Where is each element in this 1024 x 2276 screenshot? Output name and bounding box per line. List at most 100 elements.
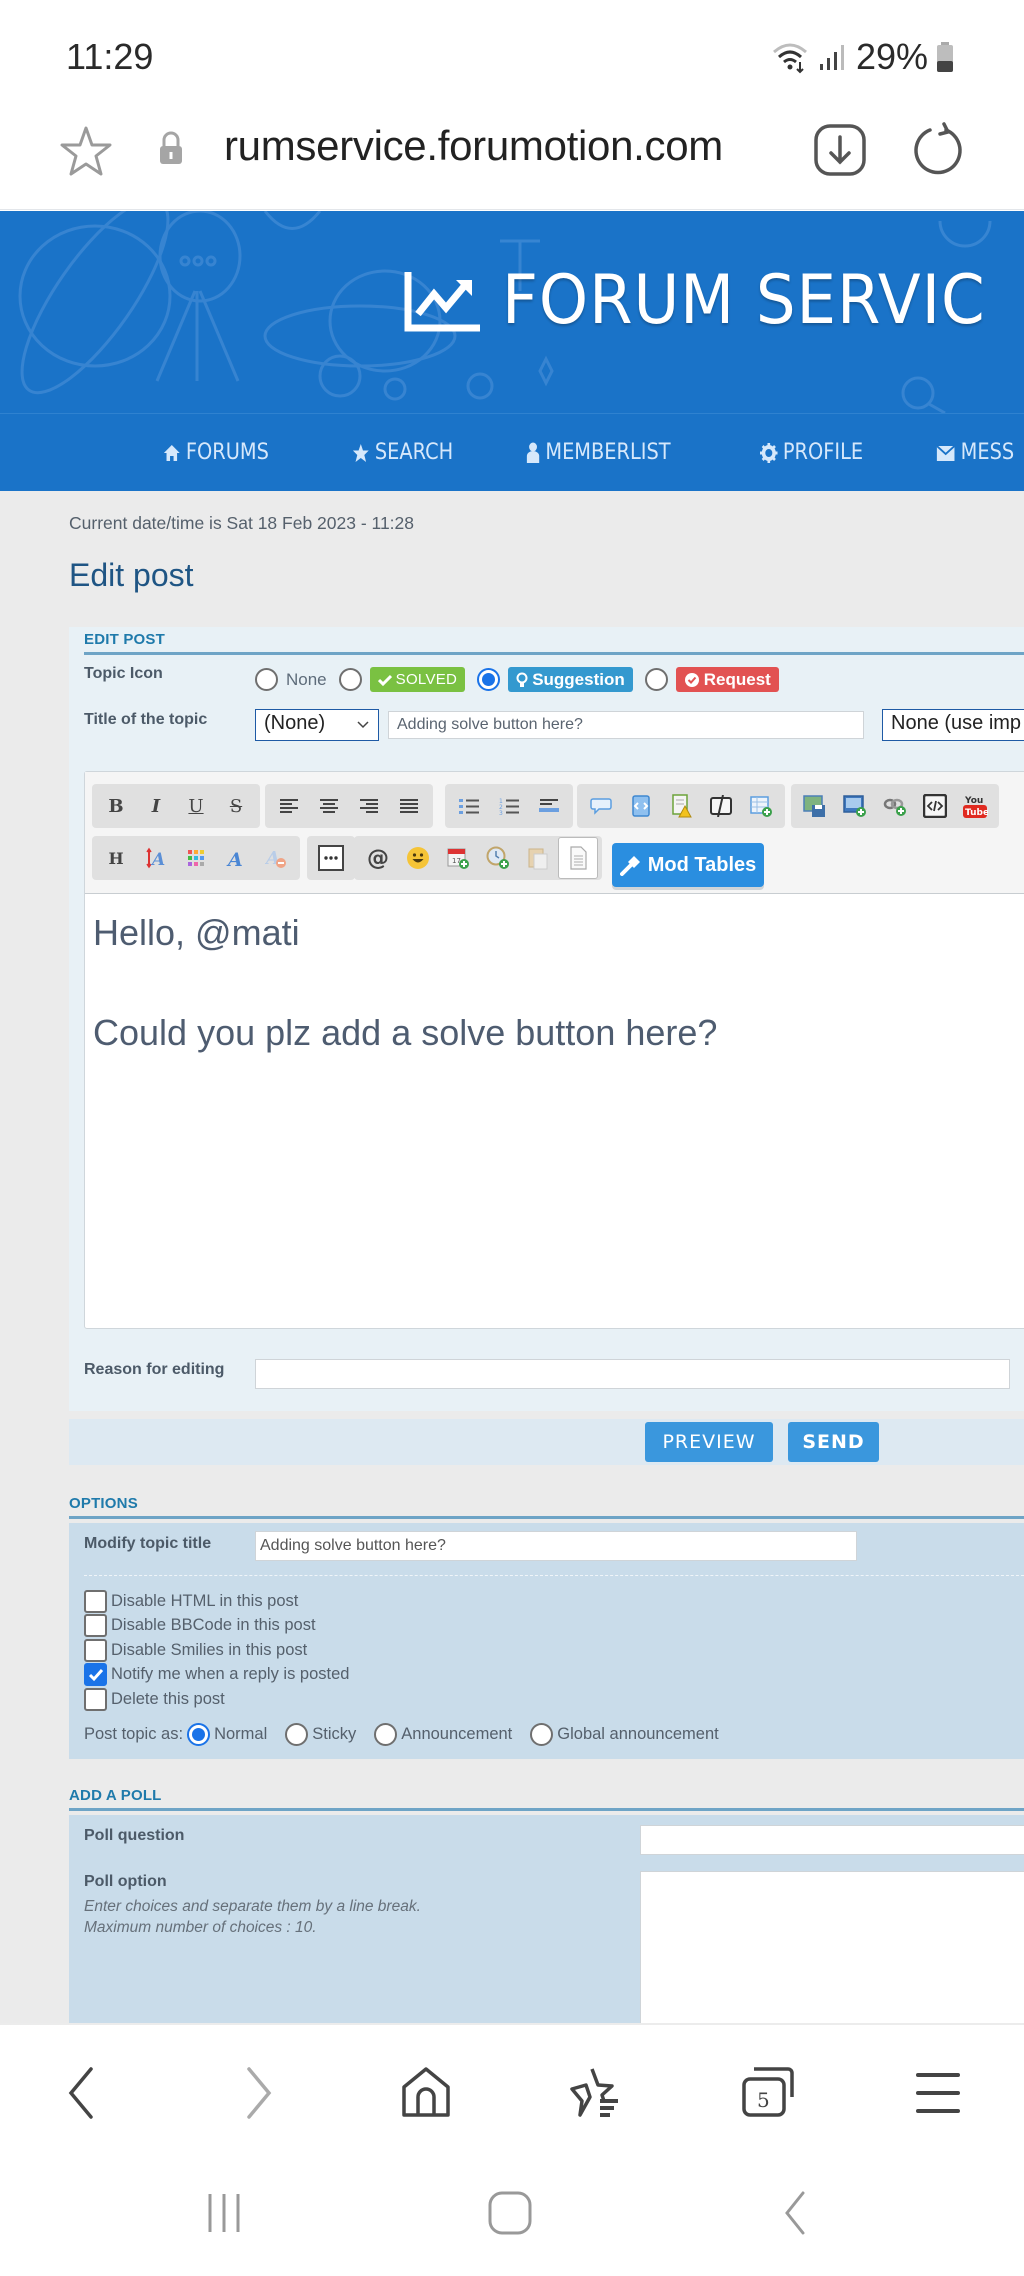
more-button[interactable] <box>311 838 351 878</box>
date-button[interactable]: 17 <box>438 838 478 878</box>
embed-code-button[interactable] <box>915 786 955 826</box>
reload-icon[interactable] <box>908 120 968 180</box>
nav-forums[interactable]: FORUMS <box>163 440 269 465</box>
option-disable-bbcode[interactable]: Disable BBCode in this post <box>84 1614 349 1639</box>
remove-format-button[interactable]: A <box>256 838 296 878</box>
font-size-button[interactable]: A <box>136 838 176 878</box>
numbered-list-button[interactable]: 123 <box>489 786 529 826</box>
poll-question-input[interactable] <box>640 1825 1024 1855</box>
align-right-button[interactable] <box>349 786 389 826</box>
nav-search[interactable]: SEARCH <box>352 440 453 465</box>
secondary-select[interactable]: None (use imp <box>882 709 1024 741</box>
send-button[interactable]: SEND <box>788 1422 879 1462</box>
smilies-button[interactable] <box>398 838 438 878</box>
bookmarks-button[interactable] <box>566 2063 626 2123</box>
recents-button[interactable] <box>194 2183 254 2243</box>
mod-tables-button[interactable]: Mod Tables <box>612 843 764 887</box>
option-disable-html[interactable]: Disable HTML in this post <box>84 1589 349 1614</box>
nav-memberlist[interactable]: MEMBERLIST <box>526 440 671 465</box>
check-circle-icon <box>684 672 699 687</box>
mention-button[interactable]: @ <box>358 838 398 878</box>
paste-button[interactable] <box>518 838 558 878</box>
post-body-line <box>93 958 1024 1008</box>
font-face-button[interactable]: A <box>216 838 256 878</box>
suggestion-badge[interactable]: Suggestion <box>508 667 633 692</box>
youtube-button[interactable]: You Tube <box>955 786 995 826</box>
checkbox-checked[interactable] <box>84 1663 107 1687</box>
topic-icon-solved-radio[interactable] <box>338 668 362 691</box>
download-icon[interactable] <box>812 120 868 180</box>
nav-forums-label: FORUMS <box>185 440 269 465</box>
reason-input[interactable] <box>255 1359 1010 1389</box>
checkbox[interactable] <box>84 1638 107 1662</box>
bullet-list-button[interactable] <box>449 786 489 826</box>
topic-icon-none-radio[interactable] <box>255 668 278 691</box>
align-center-button[interactable] <box>309 786 349 826</box>
post-as-normal-label: Normal <box>214 1725 268 1743</box>
post-body-editor[interactable]: Hello, @mati Could you plz add a solve b… <box>85 894 1024 1328</box>
post-as-sticky-radio[interactable] <box>285 1723 309 1746</box>
post-body-line: Could you plz add a solve button here? <box>93 1012 718 1053</box>
nav-messages[interactable]: MESS <box>936 440 1014 465</box>
heading-button[interactable]: H <box>96 838 136 878</box>
post-as-announcement-radio[interactable] <box>374 1723 398 1746</box>
bookmark-star-icon[interactable] <box>58 124 114 180</box>
system-back-button[interactable] <box>766 2183 826 2243</box>
user-icon <box>526 442 540 463</box>
code-button[interactable] <box>621 786 661 826</box>
underline-button[interactable]: U <box>176 786 216 826</box>
modify-title-input[interactable]: Adding solve button here? <box>255 1531 857 1561</box>
topic-icon-request-radio[interactable] <box>644 668 668 691</box>
forward-button[interactable] <box>228 2063 288 2123</box>
post-as-normal-radio[interactable] <box>187 1723 211 1746</box>
tabs-button[interactable]: 5 <box>738 2063 798 2123</box>
status-time: 11:29 <box>66 36 154 77</box>
bullet-list-icon <box>459 799 479 814</box>
topic-icon-suggestion-radio[interactable] <box>477 668 501 691</box>
strikethrough-button[interactable]: S <box>216 786 256 826</box>
system-home-button[interactable] <box>480 2183 540 2243</box>
align-left-button[interactable] <box>269 786 309 826</box>
svg-text:A: A <box>226 849 243 868</box>
topic-title-input[interactable]: Adding solve button here? <box>388 711 864 739</box>
forum-logo[interactable]: FORUM SERVIC <box>404 261 1024 340</box>
post-as-global-radio[interactable] <box>530 1723 554 1746</box>
option-delete-post[interactable]: Delete this post <box>84 1687 349 1712</box>
image-button[interactable] <box>835 786 875 826</box>
poll-options-textarea[interactable] <box>640 1871 1024 2023</box>
color-button[interactable] <box>176 838 216 878</box>
italic-button[interactable]: I <box>136 786 176 826</box>
time-button[interactable] <box>478 838 518 878</box>
hide-button[interactable] <box>701 786 741 826</box>
bold-button[interactable]: B <box>96 786 136 826</box>
image-upload-button[interactable] <box>795 786 835 826</box>
table-button[interactable] <box>741 786 781 826</box>
back-button[interactable] <box>52 2063 112 2123</box>
spoiler-button[interactable] <box>661 786 701 826</box>
title-prefix-select[interactable]: (None) <box>255 709 379 741</box>
nav-profile[interactable]: PROFILE <box>760 440 863 465</box>
calendar-add-icon: 17 <box>447 848 469 869</box>
option-notify-reply[interactable]: Notify me when a reply is posted <box>84 1663 349 1688</box>
menu-button[interactable] <box>908 2063 968 2123</box>
checkbox[interactable] <box>84 1589 107 1613</box>
preview-button[interactable]: PREVIEW <box>645 1422 773 1462</box>
options-panel: Modify topic title Adding solve button h… <box>69 1523 1024 1759</box>
home-button[interactable] <box>396 2063 456 2123</box>
option-disable-smilies[interactable]: Disable Smilies in this post <box>84 1638 349 1663</box>
checkbox[interactable] <box>84 1614 107 1638</box>
url-address[interactable]: rumservice.forumotion.com <box>224 122 723 170</box>
quote-button[interactable] <box>581 786 621 826</box>
justify-button[interactable] <box>389 786 429 826</box>
justify-icon <box>400 799 418 813</box>
poll-option-help: Enter choices and separate them by a lin… <box>84 1896 421 1938</box>
nav-profile-label: PROFILE <box>782 440 864 465</box>
options-heading: OPTIONS <box>69 1495 138 1512</box>
link-button[interactable] <box>875 786 915 826</box>
horizontal-rule-button[interactable] <box>529 786 569 826</box>
source-button[interactable] <box>558 837 598 879</box>
chevron-down-icon <box>357 721 369 729</box>
solved-badge[interactable]: SOLVED <box>369 667 466 692</box>
request-badge[interactable]: Request <box>675 667 779 692</box>
checkbox[interactable] <box>84 1687 107 1711</box>
